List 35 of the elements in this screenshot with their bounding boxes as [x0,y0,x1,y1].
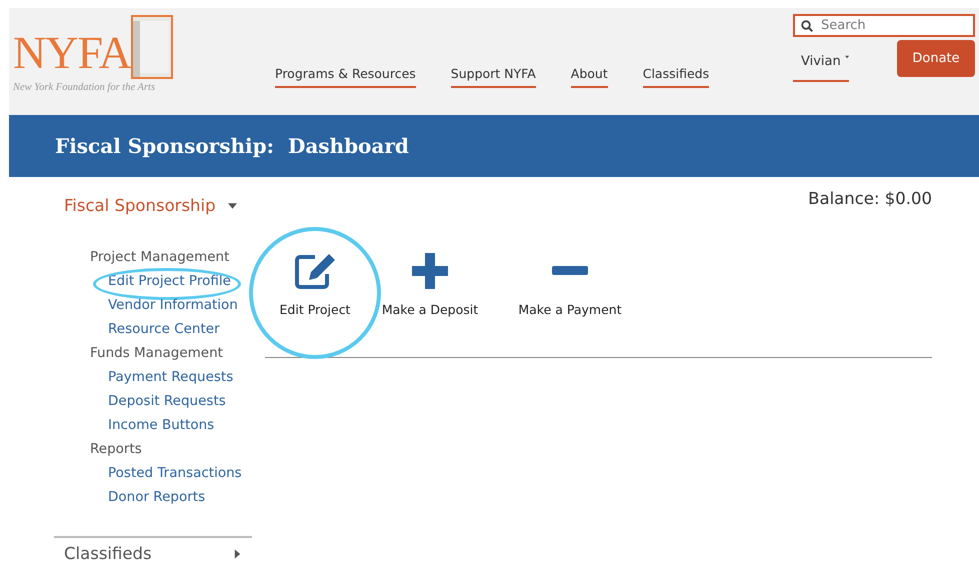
banner-title: Fiscal Sponsorship: [55,134,274,158]
sidebar-group-label: Project Management [90,248,230,267]
user-menu[interactable]: Vivian [793,54,849,82]
nav-link[interactable]: Classifieds [642,66,710,88]
sidebar-group-label: Reports [90,440,143,459]
sidebar-link[interactable]: Deposit Requests [108,393,226,409]
sidebar-link[interactable]: Vendor Information [108,297,238,313]
sidebar-section[interactable]: Classifieds [64,544,152,563]
banner-subtitle: Dashboard [288,134,409,158]
action-button[interactable]: Edit Project [265,252,365,317]
action-button[interactable]: Make a Deposit [365,252,495,317]
edit-icon [293,252,337,290]
minus-icon [552,266,588,275]
sidebar-group-label: Funds Management [90,344,224,363]
balance-text: Balance: $0.00 [808,189,932,208]
plus-icon [412,252,448,290]
donate-button[interactable]: Donate [897,40,975,77]
sidebar-link[interactable]: Donor Reports [108,489,206,505]
nav-link[interactable]: Support NYFA [450,66,536,88]
sidebar-link[interactable]: Posted Transactions [108,465,242,481]
search-icon [801,20,813,32]
logo-frame-icon [130,15,173,79]
nav-link[interactable]: Programs & Resources [275,66,416,88]
caret-icon [234,549,240,558]
search-field[interactable]: Search [793,14,975,37]
nav-link[interactable]: About [570,66,608,88]
action-button[interactable]: Make a Payment [495,252,645,317]
logo-tagline: New York Foundation for the Arts [13,82,156,93]
caret-icon [844,54,849,60]
sidebar-link[interactable]: Payment Requests [108,369,234,385]
caret-icon [228,202,237,208]
sidebar-link[interactable]: Income Buttons [108,417,214,433]
sidebar-heading[interactable]: Fiscal Sponsorship [64,196,216,215]
sidebar-link[interactable]: Resource Center [108,321,220,337]
sidebar-link[interactable]: Edit Project Profile [108,273,231,289]
